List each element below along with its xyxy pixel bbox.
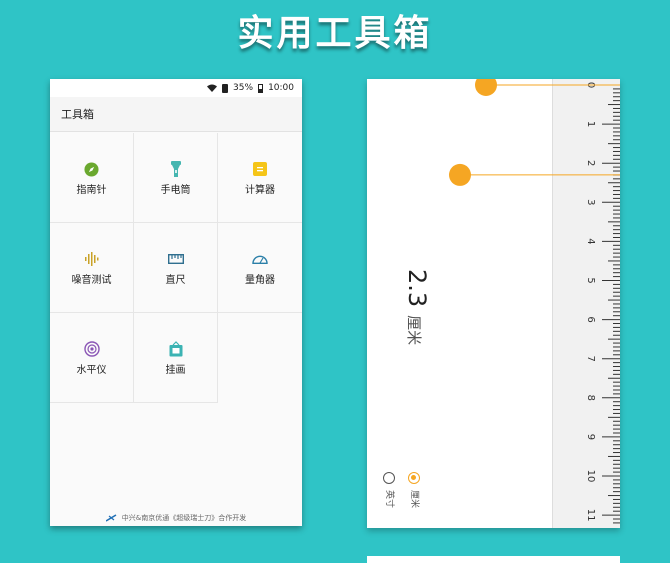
status-bar: 35% 10:00 (50, 79, 302, 97)
tool-level[interactable]: 水平仪 (50, 313, 134, 403)
unit-option-cm[interactable]: 厘米 (406, 472, 422, 509)
tool-label: 计算器 (245, 185, 275, 196)
ruler-number: 7 (585, 356, 596, 362)
ruler-number: 2 (585, 160, 596, 166)
tool-picture-hanger[interactable]: 挂画 (134, 313, 218, 403)
footer: 中兴&南京优通《超级瑞士刀》合作开发 (50, 513, 302, 523)
footer-credit: 中兴&南京优通《超级瑞士刀》合作开发 (121, 514, 247, 522)
next-screen-edge (367, 556, 620, 563)
ruler-number: 1 (585, 121, 596, 127)
measurement-readout: 2.3 厘米 (385, 269, 445, 349)
tool-compass[interactable]: 指南针 (50, 133, 134, 223)
toolbox-screen: 35% 10:00 工具箱 指南针 手电筒 计算器 噪音测试 直尺 量角器 水平… (50, 79, 302, 526)
ruler-screen: 0 1 2 3 4 5 6 7 8 9 10 11 2.3 厘米 厘米 英寸 (367, 79, 620, 528)
compass-icon (84, 161, 100, 177)
swiss-knife-icon (105, 514, 117, 522)
tool-label: 指南针 (76, 185, 107, 196)
tool-label: 直尺 (165, 275, 186, 286)
measurement-unit: 厘米 (405, 315, 423, 346)
calculator-icon (252, 161, 268, 177)
ruler-number: 8 (585, 395, 596, 401)
page-title: 工具箱 (61, 108, 94, 121)
level-icon (83, 341, 100, 357)
radio-selected[interactable] (408, 472, 420, 484)
measure-handle (475, 79, 497, 96)
sound-wave-icon (84, 251, 100, 267)
clock: 10:00 (268, 83, 294, 93)
tool-noise-test[interactable]: 噪音测试 (50, 223, 134, 313)
ruler-number: 9 (585, 434, 596, 440)
ruler-number: 6 (585, 316, 596, 322)
banner-title: 实用工具箱 (237, 13, 433, 54)
ruler-number: 11 (585, 509, 596, 522)
ruler-number: 5 (585, 277, 596, 283)
picture-frame-icon (168, 341, 184, 357)
tool-label: 挂画 (165, 365, 186, 376)
measurement-value: 2.3 (403, 269, 431, 308)
unit-option-label: 英寸 (384, 490, 394, 509)
tool-ruler[interactable]: 直尺 (134, 223, 218, 313)
unit-option-label: 厘米 (409, 490, 419, 509)
radio-unselected[interactable] (383, 472, 395, 484)
tool-flashlight[interactable]: 手电筒 (134, 133, 218, 223)
tool-label: 量角器 (245, 275, 275, 286)
ruler-number: 10 (585, 470, 596, 483)
battery-icon (258, 83, 264, 93)
ruler-number: 3 (585, 199, 596, 205)
tool-label: 手电筒 (160, 185, 191, 196)
sim-icon (222, 83, 229, 93)
tool-calculator[interactable]: 计算器 (218, 133, 302, 223)
tool-label: 水平仪 (76, 365, 107, 376)
app-bar: 工具箱 (50, 97, 302, 132)
banner: 实用工具箱 (0, 0, 670, 54)
unit-option-inch[interactable]: 英寸 (381, 472, 397, 509)
battery-percent: 35% (233, 83, 254, 93)
tool-protractor[interactable]: 量角器 (218, 223, 302, 313)
ruler-icon (167, 251, 184, 267)
measure-handle (449, 163, 471, 186)
tool-label: 噪音测试 (71, 275, 112, 286)
ruler-number: 4 (585, 238, 596, 244)
protractor-icon (252, 251, 268, 267)
wifi-icon (207, 84, 218, 92)
flashlight-icon (168, 161, 184, 177)
